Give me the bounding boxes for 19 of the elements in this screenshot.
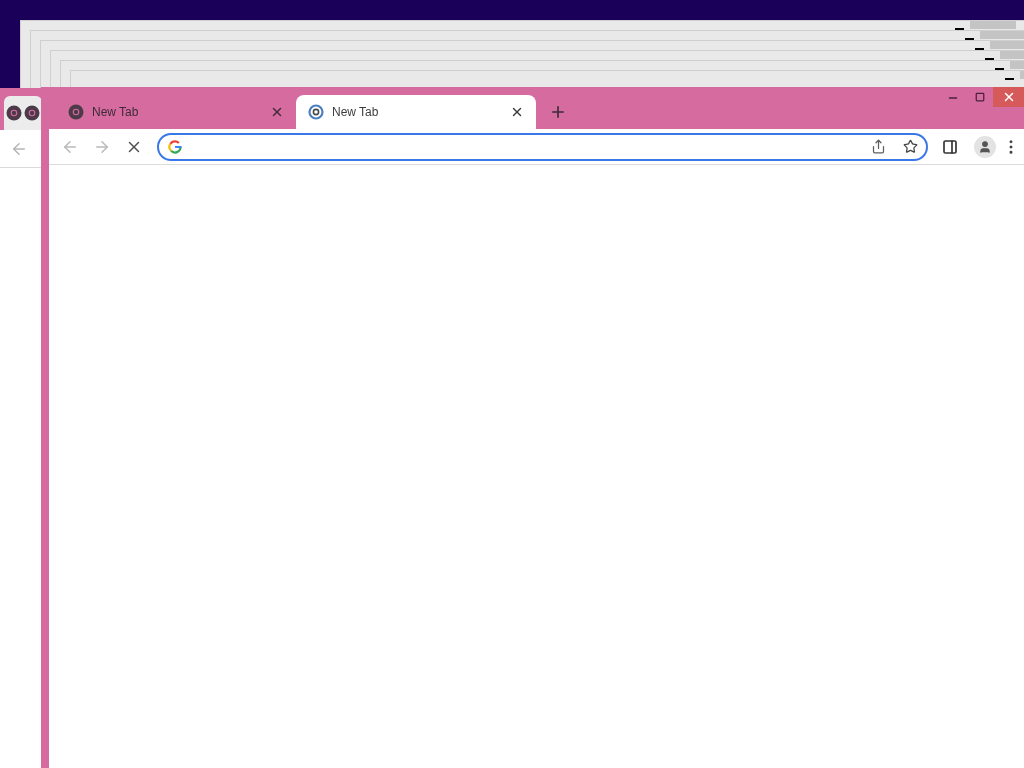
side-panel-icon[interactable] <box>942 138 959 155</box>
address-field[interactable] <box>156 132 929 161</box>
person-icon <box>978 139 993 154</box>
close-tab-icon[interactable] <box>510 105 524 119</box>
close-button[interactable] <box>993 87 1024 107</box>
profile-button[interactable] <box>974 135 997 158</box>
tab-title: New Tab <box>92 104 140 121</box>
browser-icon <box>6 105 22 121</box>
bookmark-star-icon[interactable] <box>903 139 919 154</box>
browser-icon <box>24 105 40 121</box>
browser-icon <box>68 104 84 120</box>
share-icon[interactable] <box>871 139 887 154</box>
maximize-icon[interactable] <box>975 92 985 102</box>
new-tab-icon[interactable] <box>549 103 567 121</box>
browser-tab[interactable]: New Tab <box>56 95 296 129</box>
loading-icon <box>308 104 324 120</box>
tab-title: New Tab <box>332 104 380 121</box>
browser-tab[interactable]: New Tab <box>296 95 536 129</box>
multicolor-g-icon <box>167 139 182 154</box>
